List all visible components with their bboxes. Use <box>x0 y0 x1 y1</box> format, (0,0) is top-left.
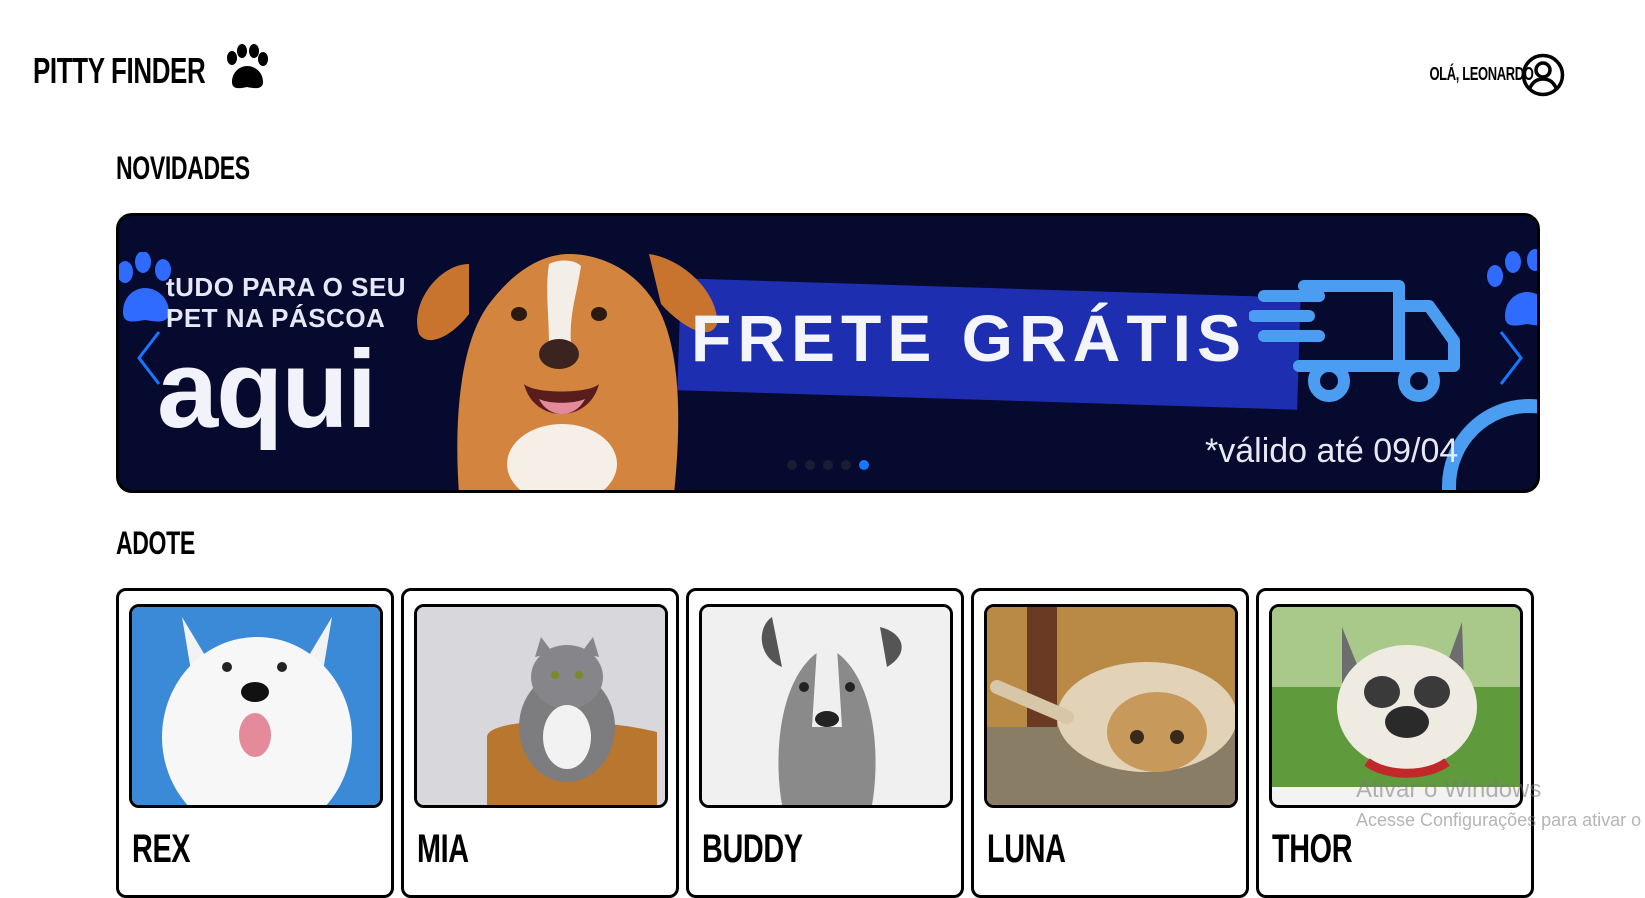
pet-card[interactable]: LUNA <box>971 588 1249 898</box>
carousel-dot[interactable] <box>787 460 797 470</box>
pet-photo <box>699 604 953 808</box>
banner-tagline: tUDO PARA O SEU PET NA PÁSCOA <box>166 272 407 333</box>
greeting-text: OLÁ, LEONARDO <box>1428 64 1533 84</box>
carousel-dot[interactable] <box>805 460 815 470</box>
pet-name: MIA <box>417 827 469 871</box>
banner-validity: *válido até 09/04 <box>1205 432 1459 470</box>
user-greeting[interactable]: OLÁ, LEONARDO <box>1389 64 1533 85</box>
paw-decoration-icon <box>1487 249 1537 326</box>
carousel-dots <box>787 460 869 470</box>
watermark-line1: Ativar o Windows <box>1356 776 1542 803</box>
pet-card-list: REX MIA BUDDY LUNA THOR <box>116 588 1534 898</box>
carousel-dot[interactable] <box>823 460 833 470</box>
user-avatar-icon[interactable] <box>1521 53 1565 97</box>
pet-photo <box>129 604 383 808</box>
news-section-title: NOVIDADES <box>116 150 250 186</box>
dog-illustration <box>417 254 718 490</box>
adopt-section-title: ADOTE <box>116 525 195 561</box>
pet-name: LUNA <box>987 827 1066 871</box>
carousel-dot[interactable] <box>841 460 851 470</box>
pet-name: BUDDY <box>702 827 803 871</box>
pet-name: THOR <box>1272 827 1353 871</box>
carousel-next-arrow-icon[interactable] <box>1495 328 1527 388</box>
promo-carousel[interactable]: tUDO PARA O SEU PET NA PÁSCOA aqui FRETE… <box>116 213 1540 493</box>
banner-big-text: aqui <box>157 328 377 451</box>
windows-activation-watermark: Ativar o Windows Acesse Configurações pa… <box>1356 776 1645 831</box>
pet-name: REX <box>132 827 191 871</box>
carousel-prev-arrow-icon[interactable] <box>133 328 165 388</box>
banner-promo-text: FRETE GRÁTIS <box>691 301 1248 375</box>
pet-card[interactable]: REX <box>116 588 394 898</box>
pet-card[interactable]: THOR <box>1256 588 1534 898</box>
pet-card[interactable]: MIA <box>401 588 679 898</box>
pet-card[interactable]: BUDDY <box>686 588 964 898</box>
watermark-line2: Acesse Configurações para ativar o W <box>1356 810 1645 830</box>
paw-logo-icon <box>227 44 268 89</box>
carousel-dot-active[interactable] <box>859 460 869 470</box>
pet-photo <box>414 604 668 808</box>
pet-photo <box>984 604 1238 808</box>
logo-text: PITTY FINDER <box>33 50 206 91</box>
